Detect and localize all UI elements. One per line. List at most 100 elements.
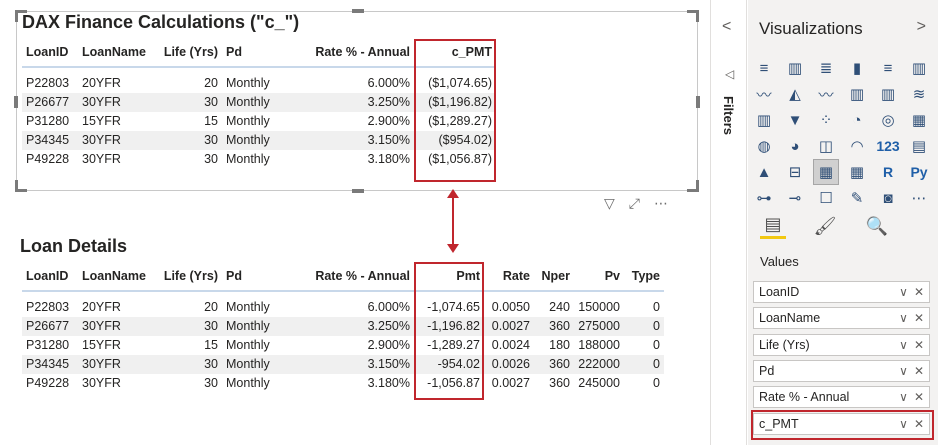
field-well-loanid[interactable]: LoanID ∨ ✕	[753, 281, 930, 303]
line-column-icon[interactable]: ▥	[845, 82, 869, 106]
more-options-icon[interactable]: ⋯	[654, 195, 668, 212]
100-stacked-bar-icon[interactable]: ≡	[876, 56, 900, 80]
area-chart-icon[interactable]: ◭	[783, 82, 807, 106]
table-cell: ($954.02)	[414, 131, 496, 150]
resize-handle-bottom[interactable]	[352, 189, 364, 193]
column-header-pd[interactable]: Pd	[222, 38, 284, 68]
column-header-c-pmt[interactable]: c_PMT	[414, 38, 496, 68]
column-header-life-yrs[interactable]: Life (Yrs)	[156, 262, 222, 292]
pie-icon[interactable]: ◔	[845, 108, 869, 132]
chevron-down-icon[interactable]: ∨	[899, 338, 908, 352]
close-icon[interactable]: ✕	[914, 390, 924, 404]
field-well-rate-annual[interactable]: Rate % - Annual ∨ ✕	[753, 386, 930, 409]
table-cell: 0	[653, 338, 660, 352]
column-header-pmt[interactable]: Pmt	[414, 262, 484, 292]
table-cell: 20	[204, 300, 218, 314]
line-clustered-column-icon[interactable]: ▥	[876, 82, 900, 106]
column-header-type[interactable]: Type	[624, 262, 664, 292]
shape-map-icon[interactable]: ◫	[814, 134, 838, 158]
close-icon[interactable]: ✕	[914, 311, 924, 325]
r-visual-icon[interactable]: R	[876, 160, 900, 184]
close-icon[interactable]: ✕	[914, 285, 924, 299]
100-stacked-column-icon[interactable]: ▥	[907, 56, 931, 80]
table-icon[interactable]: ▦	[813, 159, 839, 185]
decomposition-tree-icon[interactable]: ⊸	[783, 186, 807, 210]
funnel-icon[interactable]: ▼	[783, 108, 807, 132]
column-header-rate[interactable]: Rate	[484, 262, 534, 292]
filters-pin-icon[interactable]: ◁	[725, 67, 734, 81]
table-cell: 30YFR	[78, 93, 156, 112]
table-cell: Monthly	[226, 338, 270, 352]
table-cell: 30YFR	[82, 376, 121, 390]
analytics-tab-icon[interactable]: 🔍	[864, 213, 890, 239]
chevron-down-icon[interactable]: ∨	[899, 364, 908, 378]
chevron-down-icon[interactable]: ∨	[899, 285, 908, 299]
resize-handle-bottom-left-v[interactable]	[15, 180, 18, 192]
column-header-nper[interactable]: Nper	[534, 262, 574, 292]
paginated-report-icon[interactable]: ◙	[876, 186, 900, 210]
field-well-pd[interactable]: Pd ∨ ✕	[753, 359, 930, 382]
column-header-pv[interactable]: Pv	[574, 262, 624, 292]
filters-label[interactable]: Filters	[721, 96, 736, 135]
treemap-icon[interactable]: ▦	[907, 108, 931, 132]
table-cell: 30	[204, 152, 218, 166]
column-header-life-yrs[interactable]: Life (Yrs)	[156, 38, 222, 68]
stacked-area-icon[interactable]: 〰	[814, 82, 838, 106]
card-icon[interactable]: 123	[876, 134, 900, 158]
python-visual-icon[interactable]: Py	[907, 160, 931, 184]
fields-tab-icon[interactable]: ▤	[760, 213, 786, 239]
close-icon[interactable]: ✕	[914, 338, 924, 352]
matrix-icon[interactable]: ▦	[845, 160, 869, 184]
column-header-rate-annual[interactable]: Rate % - Annual	[284, 38, 414, 68]
more-visuals-icon[interactable]: ⋯	[907, 186, 931, 210]
filters-pane-collapsed[interactable]: < ◁ Filters	[711, 0, 747, 445]
kpi-icon[interactable]: ▲	[752, 160, 776, 184]
resize-handle-right[interactable]	[696, 96, 700, 108]
scatter-icon[interactable]: ⁘	[814, 108, 838, 132]
double-arrow-icon	[447, 189, 459, 253]
filter-icon[interactable]: ▽	[604, 195, 615, 212]
visualizations-collapse-chevron-icon[interactable]: >	[917, 18, 926, 36]
filled-map-icon[interactable]: ◕	[783, 134, 807, 158]
format-tab-icon[interactable]: 🖌	[812, 213, 838, 239]
smart-narrative-icon[interactable]: ✎	[845, 186, 869, 210]
donut-icon[interactable]: ◎	[876, 108, 900, 132]
table-cell: ($1,196.82)	[414, 93, 496, 112]
filters-expand-chevron-icon[interactable]: <	[722, 18, 731, 36]
slicer-icon[interactable]: ⊟	[783, 160, 807, 184]
waterfall-icon[interactable]: ▥	[752, 108, 776, 132]
clustered-bar-icon[interactable]: ≣	[814, 56, 838, 80]
field-well-loanname[interactable]: LoanName ∨ ✕	[753, 307, 930, 330]
multi-row-card-icon[interactable]: ▤	[907, 134, 931, 158]
resize-handle-left[interactable]	[14, 96, 18, 108]
ribbon-chart-icon[interactable]: ≋	[907, 82, 931, 106]
clustered-column-icon[interactable]: ▮	[845, 56, 869, 80]
close-icon[interactable]: ✕	[914, 364, 924, 378]
column-header-pd[interactable]: Pd	[222, 262, 284, 292]
resize-handle-top-right-v[interactable]	[696, 10, 699, 22]
column-header-loanid[interactable]: LoanID	[22, 38, 78, 68]
chevron-down-icon[interactable]: ∨	[899, 390, 908, 404]
table-cell: 0	[653, 300, 660, 314]
table-cell: 30YFR	[78, 131, 156, 150]
column-header-loanid[interactable]: LoanID	[22, 262, 78, 292]
table-cell: 20	[204, 76, 218, 90]
column-header-loanname[interactable]: LoanName	[78, 262, 156, 292]
chevron-down-icon[interactable]: ∨	[899, 311, 908, 325]
resize-handle-bottom-right-v[interactable]	[696, 180, 699, 192]
line-chart-icon[interactable]: 〰	[752, 82, 776, 106]
resize-handle-top-left-v[interactable]	[15, 10, 18, 22]
map-icon[interactable]: ◍	[752, 134, 776, 158]
key-influencers-icon[interactable]: ⊶	[752, 186, 776, 210]
qa-icon[interactable]: ☐	[814, 186, 838, 210]
focus-mode-icon[interactable]: ⤢	[629, 195, 640, 212]
stacked-column-icon[interactable]: ▥	[783, 56, 807, 80]
column-header-rate-annual[interactable]: Rate % - Annual	[284, 262, 414, 292]
gauge-icon[interactable]: ◠	[845, 134, 869, 158]
field-well-life-yrs[interactable]: Life (Yrs) ∨ ✕	[753, 333, 930, 356]
table-cell: Monthly	[222, 93, 284, 112]
table-cell: ($1,056.87)	[428, 152, 492, 166]
resize-handle-top[interactable]	[352, 9, 364, 13]
column-header-loanname[interactable]: LoanName	[78, 38, 156, 68]
stacked-bar-icon[interactable]: ≡	[752, 56, 776, 80]
